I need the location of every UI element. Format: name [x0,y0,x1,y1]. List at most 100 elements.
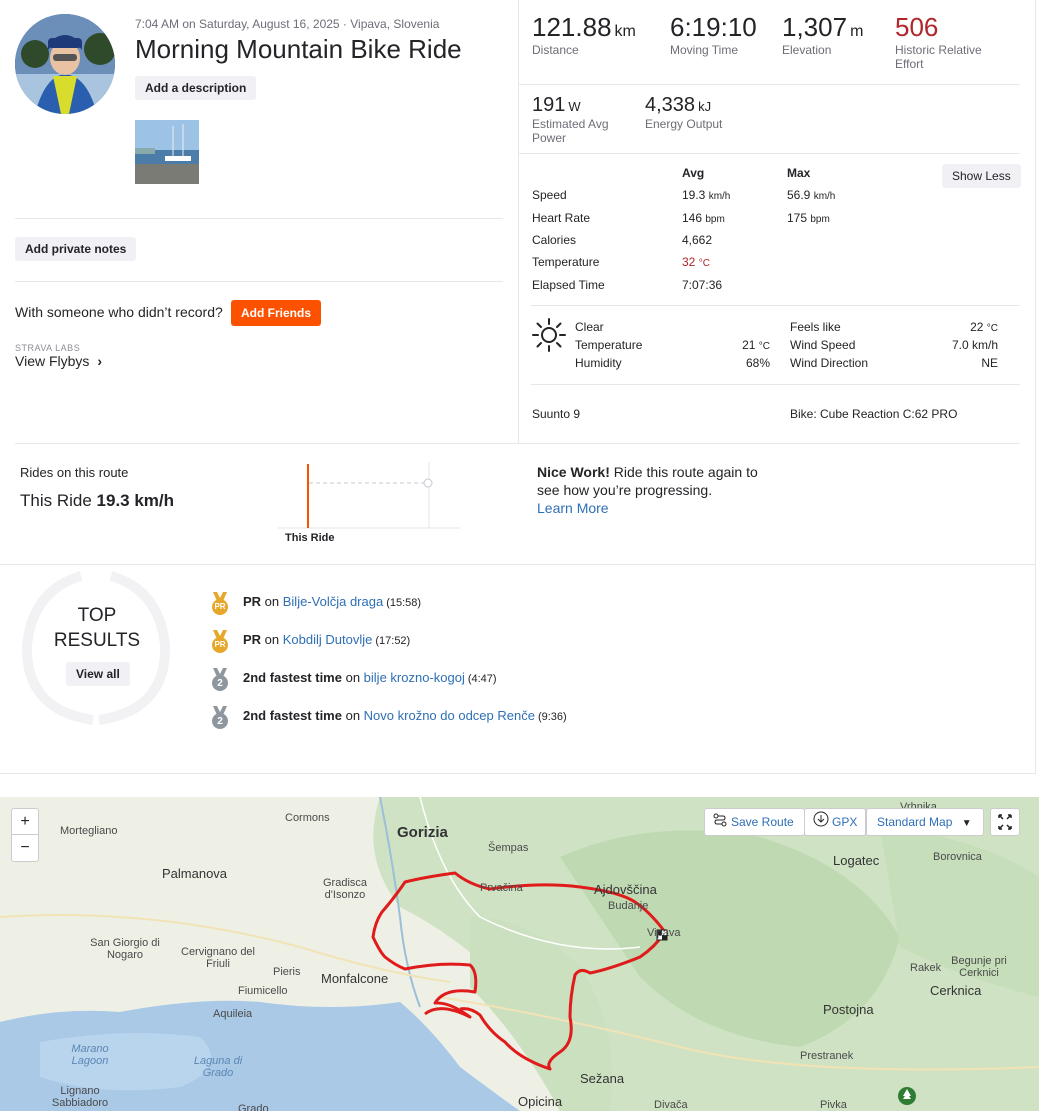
avg-unit: °C [698,258,710,269]
details-row-avg: 19.3 km/h [682,188,730,202]
power-unit: W [568,99,581,114]
stat-moving-time: 6:19:10 Moving Time [670,12,757,57]
weather-feels-value: 22 [970,320,984,334]
add-friends-button[interactable]: Add Friends [231,300,322,326]
this-ride-value: 19.3 km/h [96,491,175,510]
result-time: (17:52) [375,635,411,647]
map-place-label: Borovnica [933,851,982,863]
map-place-label: Marano Lagoon [71,1043,109,1067]
route-icon [713,810,727,836]
details-row-label: Temperature [532,255,600,269]
silver-medal-icon: 2 [209,667,231,693]
activity-meta: 7:04 AM on Saturday, August 16, 2025 · V… [135,17,440,31]
stat-distance: 121.88 km Distance [532,12,636,57]
strava-labs-label: STRAVA LABS [15,343,81,353]
map-place-label: Prvačina [480,882,523,894]
result-on: on [261,594,283,609]
activity-photo[interactable] [135,120,199,184]
map-style-select[interactable]: Standard Map ▼ [866,808,984,836]
result-line: PR on Kobdilj Dutovlje (17:52) [243,632,410,647]
max-unit: bpm [810,214,830,225]
caret-down-icon: ▼ [961,818,972,829]
stat-energy: 4,338 kJ Energy Output [645,94,765,131]
medal-badge-text: PR [214,602,226,611]
effort-label: Historic Relative Effort [895,43,982,71]
weather-humidity-label: Humidity [575,356,622,370]
segment-link[interactable]: Novo krožno do odcep Renče [364,708,535,723]
zoom-out-button[interactable]: − [12,835,38,861]
add-private-notes-button[interactable]: Add private notes [15,237,137,261]
stat-power: 191 W Estimated Avg Power [532,94,632,145]
segment-link[interactable]: Bilje-Volčja draga [283,594,383,609]
avatar-image [15,14,115,114]
map-place-label: Lignano Sabbiadoro [51,1085,109,1109]
segment-link[interactable]: Kobdilj Dutovlje [283,632,373,647]
device-name: Suunto 9 [532,407,581,421]
map-place-label: Šempas [488,842,529,854]
with-someone-text: With someone who didn’t record? [15,304,223,320]
map-place-label: Fiumicello [238,985,288,997]
avg-unit: bpm [705,214,725,225]
map-place-label: Palmanova [162,866,228,881]
result-time: (15:58) [386,597,422,609]
fullscreen-button[interactable] [990,808,1020,836]
zoom-in-button[interactable]: + [12,809,38,835]
details-row-avg: 146 bpm [682,211,725,225]
avg-value: 19.3 [682,188,706,202]
energy-label: Energy Output [645,117,723,131]
details-row-max: 175 bpm [787,211,830,225]
avg-unit: km/h [708,191,731,202]
gpx-button[interactable]: GPX [804,808,867,836]
avg-value: 146 [682,211,703,225]
stat-relative-effort[interactable]: 506 Historic Relative Effort [895,12,1005,71]
map-place-label: Ajdovščina [594,882,657,897]
add-description-button[interactable]: Add a description [135,76,257,100]
weather-feels-unit: °C [986,323,998,334]
weather-condition: Clear [575,320,604,334]
details-row-max: 56.9 km/h [787,188,835,202]
details-row-avg: 4,662 [682,233,712,247]
avg-value: 32 [682,255,696,269]
energy-unit: kJ [698,99,712,114]
map-place-label: Postojna [823,1002,874,1017]
result-line: 2nd fastest time on bilje krozno-kogoj (4… [243,670,497,685]
avatar[interactable] [15,14,115,114]
map-place-label: Sežana [580,1071,625,1086]
result-on: on [341,708,364,723]
bike-name[interactable]: Bike: Cube Reaction C:62 PRO [790,407,957,421]
this-ride-prefix: This Ride [20,491,92,510]
result-time: (9:36) [537,711,567,723]
map-place-label: Budanje [608,900,649,912]
top-line2: RESULTS [53,630,141,651]
gpx-label: GPX [832,815,858,829]
map-place-label: Aquileia [213,1008,253,1020]
segment-link[interactable]: bilje krozno-kogoj [364,670,465,685]
save-route-button[interactable]: Save Route [704,808,805,836]
distance-unit: km [614,23,636,40]
view-flybys-link[interactable]: View Flybys › [15,353,102,369]
map-place-label: Cerknica [930,983,982,998]
chart-point [423,478,433,488]
nice-work-message: Nice Work! Ride this route again to see … [537,463,777,499]
details-row-label: Speed [532,188,567,202]
avg-value: 7:07:36 [682,278,723,292]
details-col-max: Max [787,166,811,180]
details-row-label: Heart Rate [532,211,591,225]
learn-more-link[interactable]: Learn More [537,500,609,516]
result-achievement: PR [243,632,262,647]
weather-humidity-value: 68% [745,356,770,370]
flybys-label: View Flybys [15,353,90,369]
view-all-button[interactable]: View all [66,662,130,686]
effort-value: 506 [895,12,939,42]
map-place-label: Pivka [820,1099,847,1111]
weather-wind-speed-label: Wind Speed [790,338,856,352]
chevron-right-icon: › [97,353,102,369]
top-results-title: TOP RESULTS [40,603,154,653]
max-value: 175 [787,211,808,225]
details-col-avg: Avg [682,166,705,180]
details-row-avg: 32 °C [682,255,710,269]
show-less-button[interactable]: Show Less [942,164,1021,188]
route-heading: Rides on this route [20,465,129,480]
weather-temp-unit: °C [758,341,770,352]
route-comparison-chart [278,462,460,532]
